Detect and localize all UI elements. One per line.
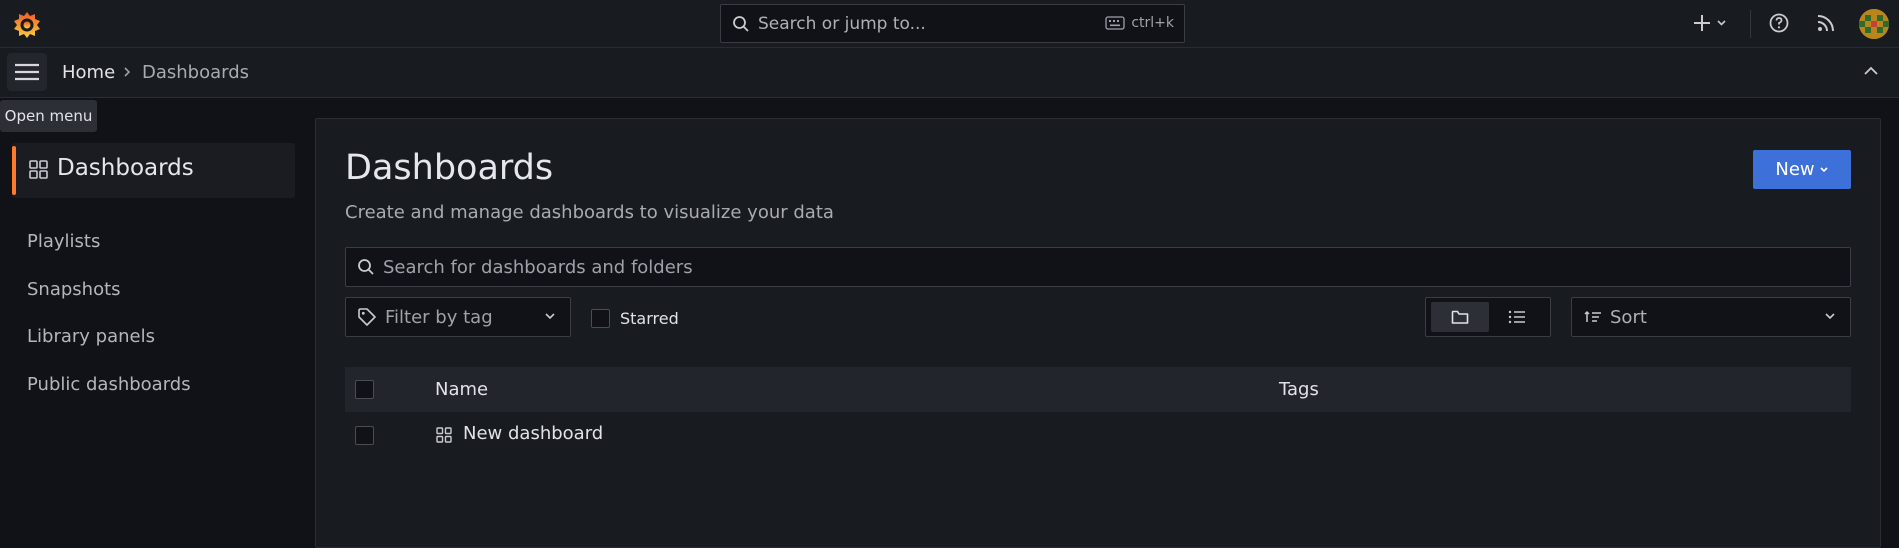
active-indicator (12, 146, 16, 195)
add-new-button[interactable] (1693, 11, 1729, 39)
sidebar-item-snapshots[interactable]: Snapshots (27, 279, 121, 300)
table-row[interactable]: New dashboard (345, 414, 1851, 458)
list-view-button[interactable] (1488, 302, 1546, 332)
page-title: Dashboards (345, 148, 554, 188)
help-button[interactable] (1767, 11, 1791, 39)
breadcrumb-current: Dashboards (142, 62, 250, 83)
sidebar-item-public-dashboards[interactable]: Public dashboards (27, 374, 191, 395)
sort-label: Sort (1610, 306, 1647, 328)
grafana-logo-icon[interactable] (12, 10, 42, 40)
sidebar-active-label: Dashboards (57, 155, 194, 181)
breadcrumb-bar: Home Dashboards (0, 48, 1899, 98)
chevron-up-icon[interactable] (1863, 64, 1879, 78)
sort-amount-icon (1584, 310, 1602, 324)
sidebar-item-library-panels[interactable]: Library panels (27, 326, 155, 347)
hamburger-menu-icon (14, 62, 40, 82)
global-search-input[interactable]: Search or jump to... ctrl+k (720, 4, 1185, 43)
search-icon (357, 258, 375, 276)
keyboard-icon (1105, 16, 1125, 30)
keyboard-shortcut-hint: ctrl+k (1105, 15, 1174, 31)
chevron-down-icon (544, 311, 556, 321)
top-bar: Search or jump to... ctrl+k (0, 0, 1899, 48)
starred-label[interactable]: Starred (620, 309, 679, 328)
chevron-down-icon (1819, 166, 1829, 174)
shortcut-label: ctrl+k (1131, 15, 1174, 31)
global-search-placeholder: Search or jump to... (758, 13, 926, 34)
sidebar-item-dashboards[interactable]: Dashboards (12, 143, 295, 198)
new-button-label: New (1775, 159, 1815, 180)
sort-select[interactable]: Sort (1571, 297, 1851, 337)
dashboard-search-input[interactable]: Search for dashboards and folders (345, 247, 1851, 287)
row-checkbox[interactable] (355, 426, 374, 445)
breadcrumb-home-link[interactable]: Home (62, 62, 115, 83)
dashboard-name-link[interactable]: New dashboard (463, 423, 603, 444)
topbar-divider (1750, 10, 1751, 38)
news-feed-button[interactable] (1814, 11, 1838, 39)
rss-icon (1814, 11, 1838, 35)
table-header: Name Tags (345, 367, 1851, 412)
help-icon (1767, 11, 1791, 35)
view-mode-toggle (1425, 297, 1551, 337)
sidebar-item-playlists[interactable]: Playlists (27, 231, 100, 252)
dashboard-grid-icon (436, 427, 452, 443)
tag-icon (357, 307, 377, 327)
tag-filter-placeholder: Filter by tag (385, 306, 493, 328)
user-avatar[interactable] (1859, 9, 1889, 39)
folder-view-button[interactable] (1431, 302, 1489, 332)
search-icon (732, 15, 750, 33)
chevron-right-icon (122, 65, 132, 79)
column-header-tags: Tags (1279, 379, 1319, 400)
dashboard-grid-icon (29, 160, 48, 179)
select-all-checkbox[interactable] (355, 380, 374, 399)
open-menu-tooltip: Open menu (0, 100, 97, 132)
folder-icon (1451, 309, 1469, 325)
open-menu-button[interactable] (7, 53, 47, 91)
list-icon (1508, 310, 1526, 324)
plus-icon (1693, 11, 1729, 35)
dashboard-search-placeholder: Search for dashboards and folders (383, 256, 693, 278)
chevron-down-icon (1824, 311, 1836, 321)
column-header-name[interactable]: Name (435, 379, 488, 400)
tag-filter-select[interactable]: Filter by tag (345, 297, 571, 337)
starred-checkbox[interactable] (591, 309, 610, 328)
new-button[interactable]: New (1753, 150, 1851, 189)
page-subtitle: Create and manage dashboards to visualiz… (345, 202, 834, 223)
